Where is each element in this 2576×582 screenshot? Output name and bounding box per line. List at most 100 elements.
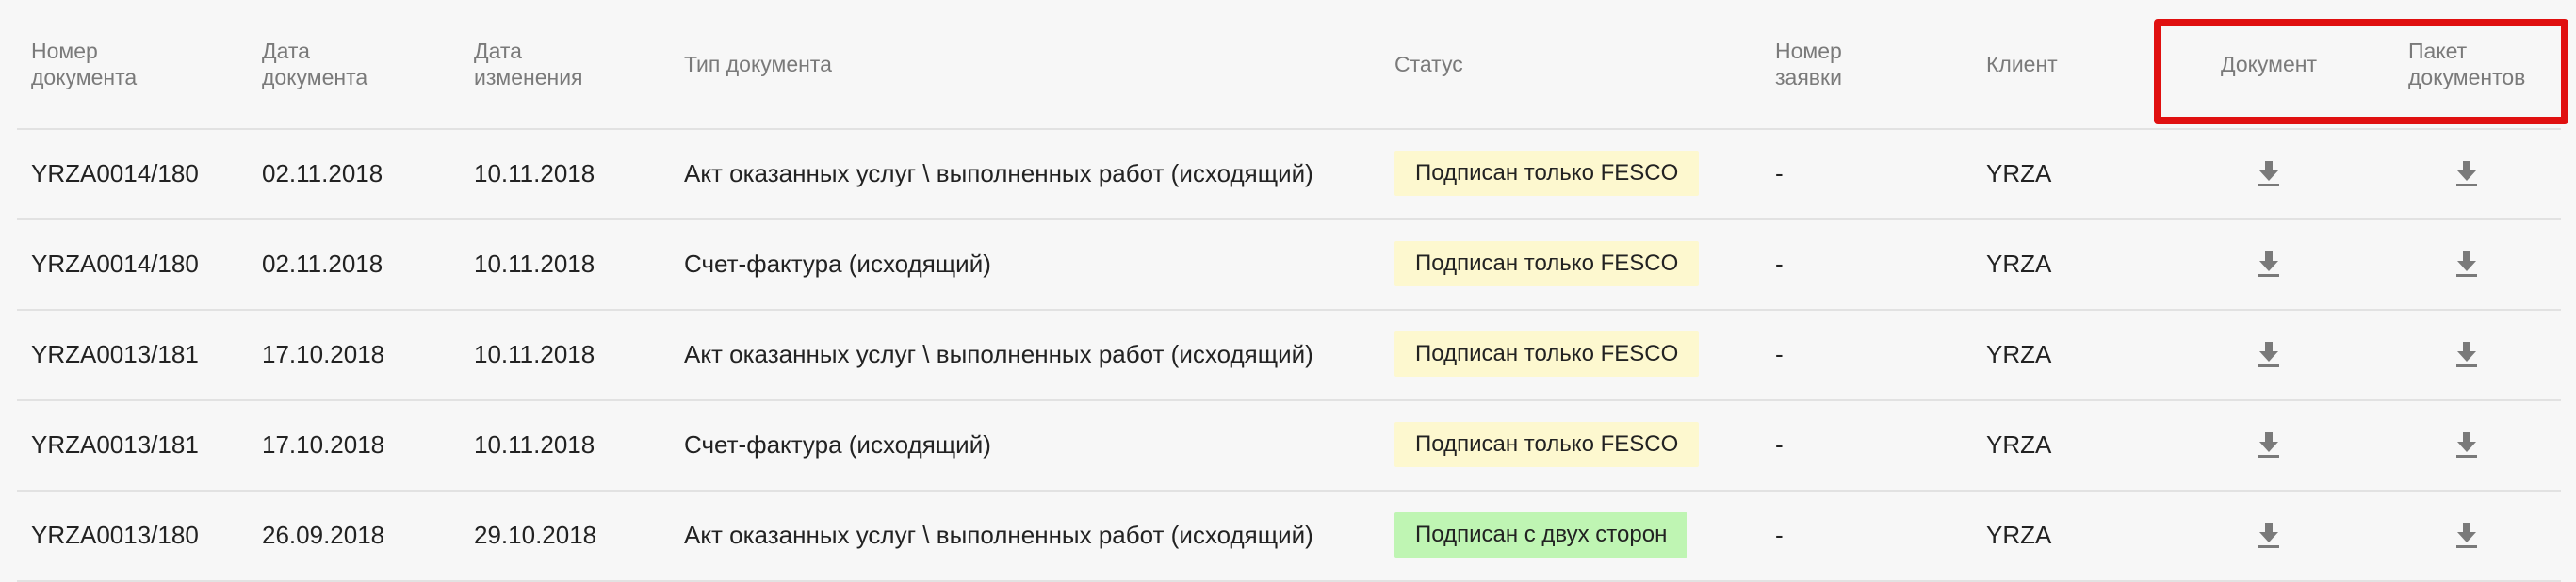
download-icon[interactable] [2454,250,2479,278]
request-number: - [1775,520,1784,549]
cell-mod-date: 10.11.2018 [474,218,681,309]
cell-number: YRZA0013/181 [31,309,257,399]
document-type: Акт оказанных услуг \ выполненных работ … [684,520,1313,549]
table-row[interactable]: YRZA0013/181 17.10.2018 10.11.2018 Счет-фак… [17,399,2561,492]
cell-doc-date: 17.10.2018 [262,399,469,490]
cell-download-package [2372,218,2561,309]
document-type: Акт оказанных услуг \ выполненных работ … [684,339,1313,368]
cell-doc-type: Акт оказанных услуг \ выполненных работ … [684,309,1400,399]
client-name: YRZA [1986,429,2052,459]
cell-number: YRZA0013/180 [31,490,257,580]
status-badge: Подписан только FESCO [1394,422,1700,467]
document-date: 17.10.2018 [262,429,385,459]
cell-request-number: - [1775,128,1982,218]
download-icon[interactable] [2454,430,2479,459]
document-type: Счет-фактура (исходящий) [684,249,991,278]
client-name: YRZA [1986,158,2052,187]
request-number: - [1775,249,1784,278]
client-name: YRZA [1986,520,2052,549]
download-icon[interactable] [2454,340,2479,368]
modification-date: 10.11.2018 [474,249,595,278]
document-date: 02.11.2018 [262,249,383,278]
cell-mod-date: 10.11.2018 [474,309,681,399]
column-header-document-package: Пакет документов [2408,39,2526,89]
download-icon[interactable] [2257,159,2281,187]
cell-client: YRZA [1986,309,2175,399]
cell-client: YRZA [1986,218,2175,309]
cell-download-package [2372,490,2561,580]
download-icon[interactable] [2257,340,2281,368]
table-row[interactable]: YRZA0013/180 26.09.2018 29.10.2018 Акт оказ… [17,490,2561,582]
cell-download-document [2175,128,2363,218]
column-header-doc-date[interactable]: Дата документа [262,0,469,128]
download-icon[interactable] [2257,430,2281,459]
table-row[interactable]: YRZA0014/180 02.11.2018 10.11.2018 Счет-фак… [17,218,2561,311]
cell-doc-date: 26.09.2018 [262,490,469,580]
cell-status: Подписан только FESCO [1394,128,1790,218]
cell-download-document [2175,218,2363,309]
cell-download-document [2175,490,2363,580]
cell-number: YRZA0013/181 [31,399,257,490]
document-number: YRZA0013/180 [31,520,199,549]
cell-number: YRZA0014/180 [31,218,257,309]
modification-date: 10.11.2018 [474,339,595,368]
column-header-mod-date[interactable]: Дата изменения [474,0,681,128]
download-icon[interactable] [2454,521,2479,549]
cell-doc-date: 02.11.2018 [262,218,469,309]
modification-date: 29.10.2018 [474,520,597,549]
document-type: Счет-фактура (исходящий) [684,429,991,459]
request-number: - [1775,158,1784,187]
cell-request-number: - [1775,399,1982,490]
cell-doc-type: Счет-фактура (исходящий) [684,218,1400,309]
cell-request-number: - [1775,309,1982,399]
column-header-client[interactable]: Клиент [1986,0,2175,128]
cell-download-package [2372,399,2561,490]
cell-doc-date: 17.10.2018 [262,309,469,399]
status-badge: Подписан только FESCO [1394,331,1700,377]
table-header: Номер документа Дата документа Дата изме… [17,0,2561,130]
client-name: YRZA [1986,339,2052,368]
cell-number: YRZA0014/180 [31,128,257,218]
cell-download-package [2372,128,2561,218]
column-header-status[interactable]: Статус [1394,0,1790,128]
column-header-number[interactable]: Номер документа [31,0,257,128]
cell-status: Подписан с двух сторон [1394,490,1790,580]
cell-request-number: - [1775,490,1982,580]
cell-download-document [2175,309,2363,399]
cell-mod-date: 10.11.2018 [474,399,681,490]
status-badge: Подписан только FESCO [1394,241,1700,286]
cell-status: Подписан только FESCO [1394,218,1790,309]
cell-mod-date: 29.10.2018 [474,490,681,580]
download-icon[interactable] [2257,521,2281,549]
table-row[interactable]: YRZA0014/180 02.11.2018 10.11.2018 Акт оказ… [17,128,2561,220]
cell-download-package [2372,309,2561,399]
cell-doc-type: Акт оказанных услуг \ выполненных работ … [684,490,1400,580]
cell-doc-type: Акт оказанных услуг \ выполненных работ … [684,128,1400,218]
cell-mod-date: 10.11.2018 [474,128,681,218]
status-badge: Подписан только FESCO [1394,151,1700,196]
document-date: 17.10.2018 [262,339,385,368]
table-row[interactable]: YRZA0013/181 17.10.2018 10.11.2018 Акт оказ… [17,309,2561,401]
cell-doc-date: 02.11.2018 [262,128,469,218]
cell-client: YRZA [1986,399,2175,490]
request-number: - [1775,339,1784,368]
document-number: YRZA0014/180 [31,249,199,278]
cell-download-document [2175,399,2363,490]
download-icon[interactable] [2257,250,2281,278]
document-date: 26.09.2018 [262,520,385,549]
column-header-document: Документ [2220,52,2318,76]
column-header-request-number[interactable]: Номер заявки [1775,0,1982,128]
status-badge: Подписан с двух сторон [1394,512,1688,558]
cell-doc-type: Счет-фактура (исходящий) [684,399,1400,490]
document-number: YRZA0013/181 [31,429,199,459]
modification-date: 10.11.2018 [474,158,595,187]
column-header-doc-type[interactable]: Тип документа [684,0,1400,128]
document-date: 02.11.2018 [262,158,383,187]
download-icon[interactable] [2454,159,2479,187]
client-name: YRZA [1986,249,2052,278]
cell-client: YRZA [1986,128,2175,218]
document-number: YRZA0013/181 [31,339,199,368]
request-number: - [1775,429,1784,459]
cell-client: YRZA [1986,490,2175,580]
document-number: YRZA0014/180 [31,158,199,187]
